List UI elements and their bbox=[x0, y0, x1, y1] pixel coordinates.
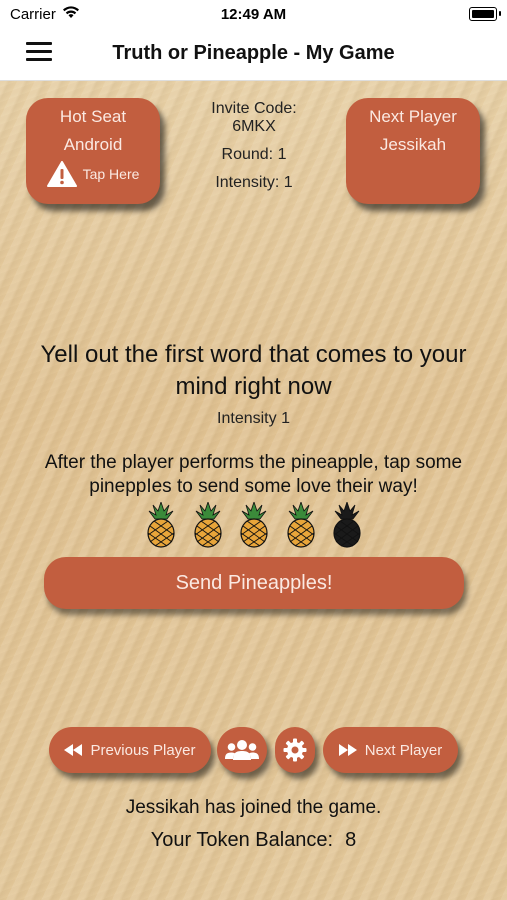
next-player-label: Next Player bbox=[369, 107, 457, 126]
clock: 12:49 AM bbox=[220, 6, 287, 23]
pineapple-icon-selected[interactable] bbox=[238, 502, 270, 548]
warning-icon bbox=[46, 161, 77, 187]
previous-player-label: Previous Player bbox=[90, 741, 196, 759]
instructions-text: After the player performs the pineapple,… bbox=[44, 452, 463, 497]
rewind-icon bbox=[64, 744, 83, 756]
pineapple-icon-unselected[interactable] bbox=[331, 502, 363, 548]
token-balance-value: 8 bbox=[345, 829, 357, 851]
group-icon bbox=[225, 740, 259, 760]
hot-seat-card[interactable]: Hot Seat Android Tap Here bbox=[26, 98, 160, 204]
previous-player-button[interactable]: Previous Player bbox=[49, 727, 211, 773]
status-message: Jessikah has joined the game. bbox=[125, 797, 382, 818]
invite-code-label: Invite Code: bbox=[211, 100, 297, 117]
status-bar: Carrier 12:49 AM bbox=[0, 0, 507, 28]
navigation-bar: Truth or Pineapple - My Game bbox=[0, 28, 507, 81]
send-pineapples-button[interactable]: Send Pineapples! bbox=[44, 557, 464, 609]
next-player-name: Jessikah bbox=[379, 135, 447, 154]
intensity-label: Intensity: 1 bbox=[215, 174, 293, 191]
next-player-button[interactable]: Next Player bbox=[323, 727, 458, 773]
token-balance: Your Token Balance: 8 bbox=[0, 829, 507, 852]
hot-seat-player: Android bbox=[63, 135, 123, 154]
fast-forward-icon bbox=[338, 744, 357, 756]
game-info: Invite Code: 6MKX Round: 1 Intensity: 1 bbox=[180, 100, 328, 192]
pineapple-icon-selected[interactable] bbox=[192, 502, 224, 548]
battery-icon bbox=[469, 7, 501, 21]
invite-code-value: 6MKX bbox=[232, 118, 276, 135]
page-title: Truth or Pineapple - My Game bbox=[112, 42, 395, 64]
pineapple-rating bbox=[145, 502, 365, 548]
next-player-button-label: Next Player bbox=[364, 741, 443, 759]
pineapple-icon-selected[interactable] bbox=[145, 502, 177, 548]
token-balance-label: Your Token Balance: bbox=[150, 829, 334, 851]
settings-button[interactable] bbox=[275, 727, 315, 773]
gear-icon bbox=[283, 738, 307, 762]
prompt-intensity: Intensity 1 bbox=[217, 410, 290, 427]
hot-seat-label: Hot Seat bbox=[59, 107, 127, 126]
players-button[interactable] bbox=[217, 727, 267, 773]
round-label: Round: 1 bbox=[221, 146, 287, 163]
next-player-card[interactable]: Next Player Jessikah bbox=[346, 98, 480, 204]
pineapple-icon-selected[interactable] bbox=[285, 502, 317, 548]
tap-here-label: Tap Here bbox=[82, 166, 140, 182]
prompt-text: Yell out the first word that comes to yo… bbox=[40, 341, 467, 400]
